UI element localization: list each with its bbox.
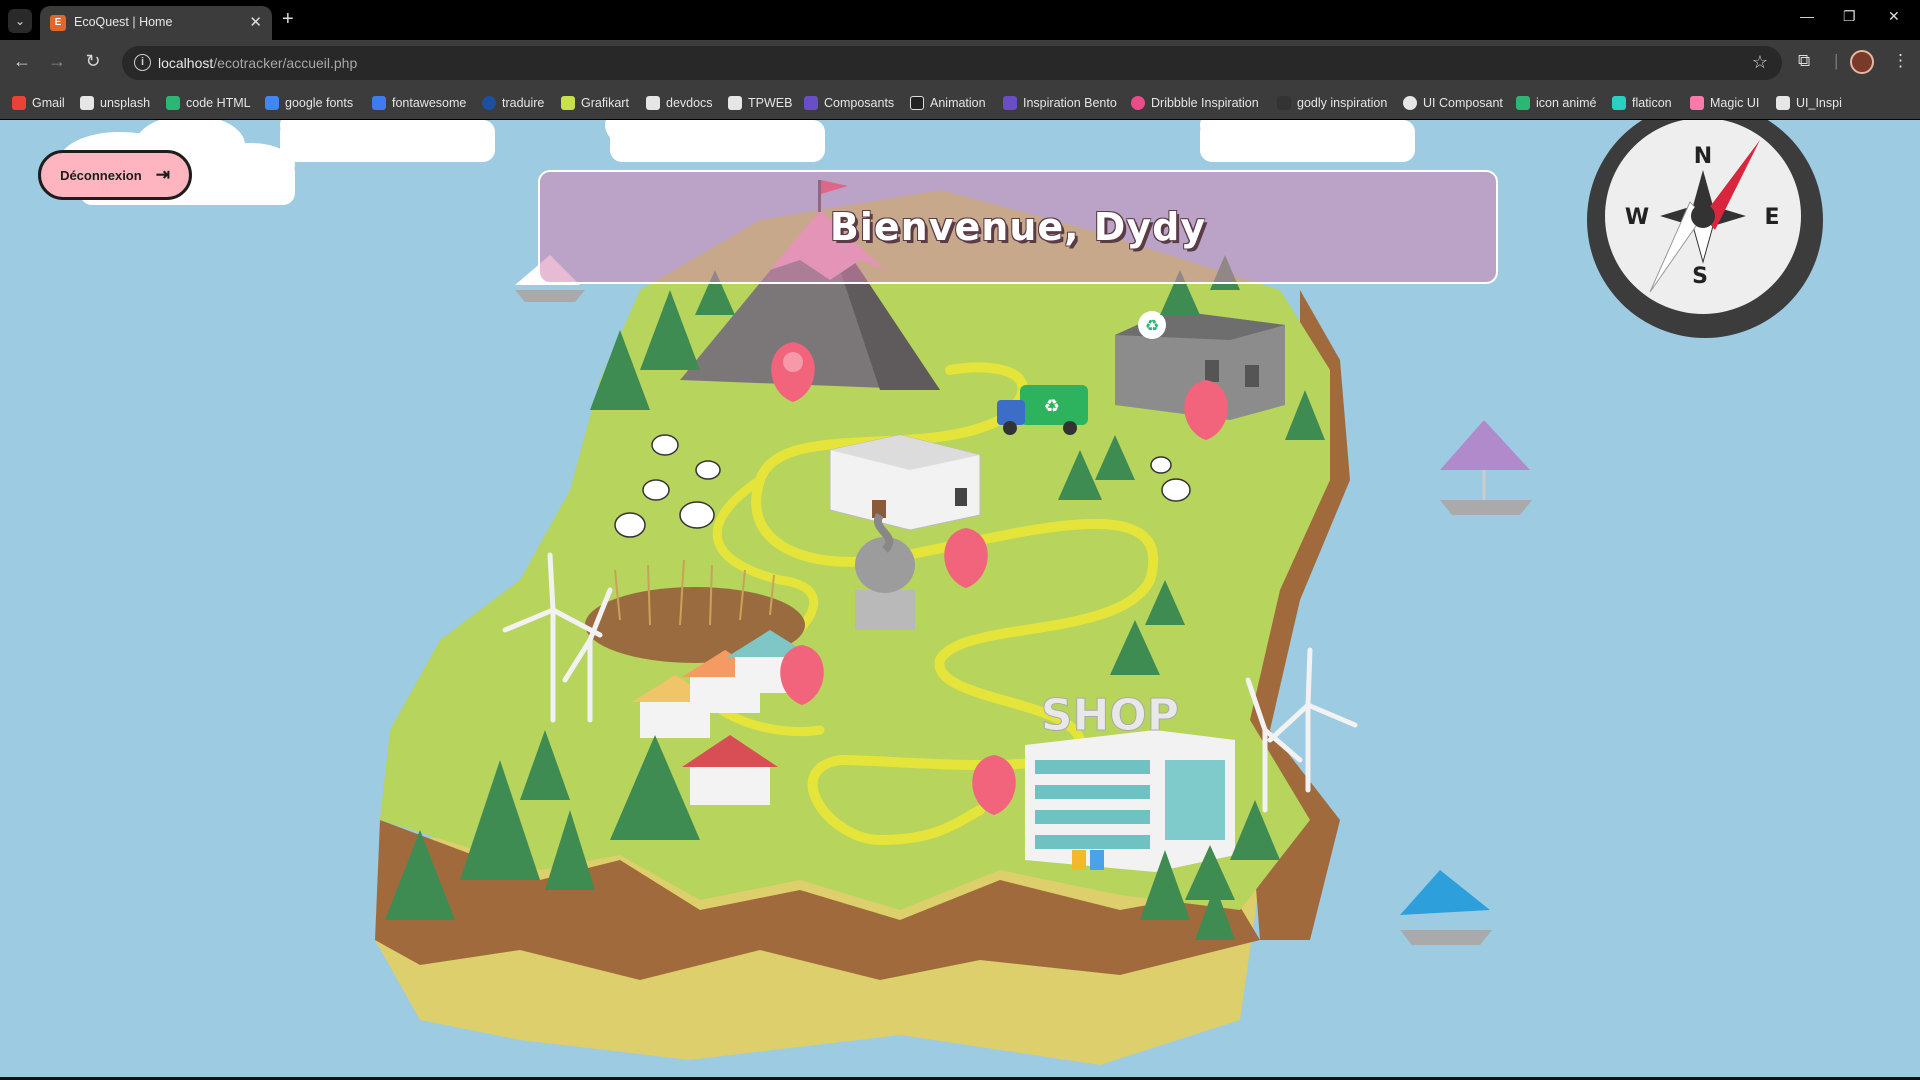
compass-rose: N S W E: [1587, 120, 1823, 338]
tpweb-icon: [728, 96, 742, 110]
active-tab[interactable]: E EcoQuest | Home ✕: [40, 6, 272, 40]
bookmark-star-icon[interactable]: ☆: [1752, 52, 1768, 73]
composants-icon: [804, 96, 818, 110]
svg-text:♻: ♻: [1044, 396, 1060, 417]
godly-bolt-icon: [1277, 96, 1291, 110]
code-html-icon: [166, 96, 180, 110]
dribbble-icon: [1131, 96, 1145, 110]
flaticon-icon: [1612, 96, 1626, 110]
cloud-right: [1200, 120, 1415, 162]
eco-map-page: ♻ ♻ SHOP N S W E Déconnexion ⇥ Bienvenue…: [0, 120, 1920, 1077]
compass-s: S: [1692, 264, 1708, 289]
sign-out-icon: ⇥: [155, 165, 170, 184]
boat-blue: [1400, 870, 1492, 945]
logout-button[interactable]: Déconnexion ⇥: [38, 150, 192, 200]
forward-arrow-icon[interactable]: →: [45, 51, 69, 72]
bookmark-ui-composant[interactable]: UI Composant: [1403, 94, 1503, 112]
bookmark-fontawesome[interactable]: fontawesome: [372, 94, 466, 112]
devdocs-icon: [646, 96, 660, 110]
translate-icon: [482, 96, 496, 110]
url-text: localhost/ecotracker/accueil.php: [158, 55, 358, 71]
site-info-icon[interactable]: i: [134, 54, 151, 71]
bookmarks-bar: Gmail unsplash code HTML google fonts fo…: [0, 85, 1920, 119]
toolbar-divider: |: [1834, 51, 1839, 70]
magic-ui-icon: [1690, 96, 1704, 110]
bookmark-icon-anime[interactable]: icon animé: [1516, 94, 1596, 112]
browser-tab-bar: ⌄ E EcoQuest | Home ✕ + — ❐ ✕: [0, 0, 1920, 40]
bookmark-grafikart[interactable]: Grafikart: [561, 94, 629, 112]
restore-icon[interactable]: ❐: [1843, 8, 1856, 25]
fontawesome-flag-icon: [372, 96, 386, 110]
bookmark-gmail[interactable]: Gmail: [12, 94, 65, 112]
tab-title: EcoQuest | Home: [74, 15, 173, 29]
shop-sign: SHOP: [1041, 690, 1179, 741]
tab-search-chevron-icon[interactable]: ⌄: [8, 9, 32, 33]
tab-favicon-icon: E: [50, 15, 66, 31]
animation-icon: [910, 96, 924, 110]
cloud-middle: [605, 120, 825, 162]
new-tab-plus-icon[interactable]: +: [282, 8, 294, 31]
address-bar[interactable]: i localhost/ecotracker/accueil.php ☆: [122, 46, 1782, 80]
bookmark-flaticon[interactable]: flaticon: [1612, 94, 1672, 112]
bookmark-ui-inspi[interactable]: UI_Inspi: [1776, 94, 1842, 112]
bookmark-devdocs[interactable]: devdocs: [646, 94, 713, 112]
icon-anime-icon: [1516, 96, 1530, 110]
compass-e: E: [1764, 205, 1779, 230]
extensions-puzzle-icon[interactable]: ⧉: [1798, 51, 1810, 71]
welcome-title: Bienvenue, Dydy: [829, 205, 1207, 249]
minimize-icon[interactable]: —: [1800, 8, 1814, 24]
bookmark-code-html[interactable]: code HTML: [166, 94, 251, 112]
white-building: [829, 434, 981, 531]
folder-icon: [1776, 96, 1790, 110]
bookmark-unsplash[interactable]: unsplash: [80, 94, 150, 112]
google-fonts-icon: [265, 96, 279, 110]
window-close-icon[interactable]: ✕: [1888, 8, 1900, 25]
svg-text:♻: ♻: [1145, 316, 1159, 335]
grafikart-icon: [561, 96, 575, 110]
reload-icon[interactable]: ↻: [81, 51, 105, 72]
gmail-icon: [12, 96, 26, 110]
browser-menu-kebab-icon[interactable]: ⋮: [1892, 51, 1909, 71]
profile-avatar[interactable]: [1850, 50, 1874, 74]
logout-label: Déconnexion: [60, 167, 142, 183]
bookmark-tpweb[interactable]: TPWEB: [728, 94, 792, 112]
bookmark-animation[interactable]: Animation: [910, 94, 986, 112]
compass-n: N: [1694, 144, 1712, 169]
bookmark-inspiration-bento[interactable]: Inspiration Bento: [1003, 94, 1117, 112]
cloud-middle-left: [280, 120, 495, 162]
bookmark-composants[interactable]: Composants: [804, 94, 894, 112]
boat-purple: [1440, 420, 1532, 515]
bookmark-traduire[interactable]: traduire: [482, 94, 544, 112]
welcome-banner: Bienvenue, Dydy: [538, 170, 1498, 284]
compass-w: W: [1625, 205, 1649, 230]
bookmark-dribbble[interactable]: Dribbble Inspiration: [1131, 94, 1259, 112]
unsplash-icon: [80, 96, 94, 110]
browser-toolbar: ← → ↻ i localhost/ecotracker/accueil.php…: [0, 40, 1920, 85]
bookmark-google-fonts[interactable]: google fonts: [265, 94, 353, 112]
bookmark-godly[interactable]: godly inspiration: [1277, 94, 1387, 112]
bento-icon: [1003, 96, 1017, 110]
back-arrow-icon[interactable]: ←: [10, 51, 34, 72]
tab-close-icon[interactable]: ✕: [249, 13, 262, 31]
bookmark-magic-ui[interactable]: Magic UI: [1690, 94, 1759, 112]
globe-icon: [1403, 96, 1417, 110]
